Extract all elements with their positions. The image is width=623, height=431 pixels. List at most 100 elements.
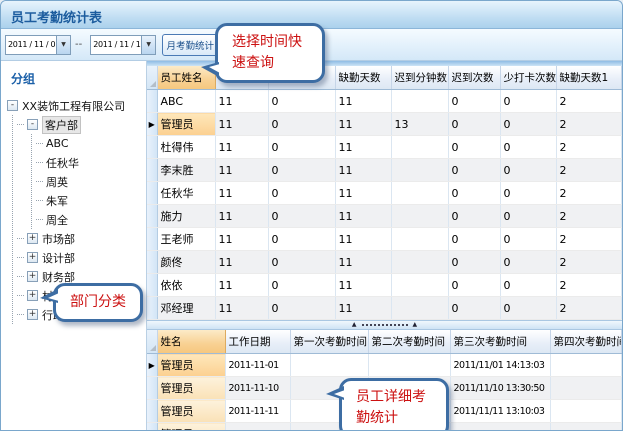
value-cell[interactable]: 0 xyxy=(268,182,335,205)
row-selector-cell[interactable]: ▶ xyxy=(147,354,157,377)
table-row[interactable]: ABC11011002 xyxy=(147,90,622,113)
value-cell[interactable]: 0 xyxy=(448,297,500,320)
value-cell[interactable]: 2011-11-11 xyxy=(225,400,290,423)
row-selector-cell[interactable] xyxy=(147,136,157,159)
value-cell[interactable]: 2 xyxy=(556,205,622,228)
value-cell[interactable] xyxy=(391,251,448,274)
dropdown-arrow-icon[interactable]: ▼ xyxy=(56,36,70,54)
value-cell[interactable]: 0 xyxy=(268,228,335,251)
value-cell[interactable]: 11 xyxy=(335,90,391,113)
value-cell[interactable]: 11 xyxy=(215,159,268,182)
value-cell[interactable]: 2011/11/10 13:30:50 xyxy=(450,377,550,400)
dropdown-arrow-icon[interactable]: ▼ xyxy=(141,36,155,54)
row-selector-cell[interactable] xyxy=(147,400,157,423)
value-cell[interactable]: 0 xyxy=(268,90,335,113)
value-cell[interactable]: 2011-11-01 xyxy=(225,354,290,377)
tree-node-department[interactable]: +市场部 xyxy=(17,229,146,248)
value-cell[interactable]: 2 xyxy=(556,228,622,251)
name-cell[interactable]: 管理员 xyxy=(157,354,225,377)
value-cell[interactable]: 0 xyxy=(268,136,335,159)
name-cell[interactable]: 任秋华 xyxy=(157,182,215,205)
value-cell[interactable]: 11 xyxy=(335,228,391,251)
row-selector-cell[interactable] xyxy=(147,377,157,400)
value-cell[interactable] xyxy=(550,400,622,423)
table-row[interactable]: ▶管理员2011-11-012011/11/01 14:13:03 xyxy=(147,354,622,377)
tree-node-employee[interactable]: 朱军 xyxy=(36,191,146,210)
column-header[interactable]: 第一次考勤时间 xyxy=(290,330,368,354)
name-cell[interactable]: 邓经理 xyxy=(157,297,215,320)
value-cell[interactable] xyxy=(550,354,622,377)
value-cell[interactable]: 11 xyxy=(335,274,391,297)
grid-splitter[interactable]: ▲ ▲ xyxy=(147,320,622,330)
expand-icon[interactable]: + xyxy=(27,309,38,320)
value-cell[interactable]: 2 xyxy=(556,113,622,136)
value-cell[interactable]: 0 xyxy=(448,205,500,228)
tree-node-department[interactable]: +设计部 xyxy=(17,248,146,267)
collapse-icon[interactable]: - xyxy=(27,119,38,130)
month-stats-button[interactable]: 月考勤统计 xyxy=(162,34,218,56)
value-cell[interactable]: 0 xyxy=(500,251,556,274)
value-cell[interactable] xyxy=(391,297,448,320)
row-selector-cell[interactable] xyxy=(147,205,157,228)
value-cell[interactable]: 11 xyxy=(215,274,268,297)
date-from-input[interactable]: 2011 / 11 / 01 ▼ xyxy=(5,35,71,55)
table-row[interactable]: 杜得伟11011002 xyxy=(147,136,622,159)
value-cell[interactable]: 11 xyxy=(335,113,391,136)
row-selector-cell[interactable] xyxy=(147,274,157,297)
value-cell[interactable]: 11 xyxy=(215,297,268,320)
value-cell[interactable]: 11 xyxy=(335,205,391,228)
value-cell[interactable]: 0 xyxy=(500,136,556,159)
table-row[interactable]: 任秋华11011002 xyxy=(147,182,622,205)
value-cell[interactable]: 0 xyxy=(500,113,556,136)
name-cell[interactable]: 李末胜 xyxy=(157,159,215,182)
value-cell[interactable]: 2 xyxy=(556,274,622,297)
value-cell[interactable]: 0 xyxy=(500,90,556,113)
tree-node-employee[interactable]: 周全 xyxy=(36,210,146,229)
column-header[interactable]: 缺勤天数1 xyxy=(556,66,622,90)
value-cell[interactable] xyxy=(368,354,450,377)
grid-corner-cell[interactable] xyxy=(147,66,157,90)
value-cell[interactable]: 13 xyxy=(391,113,448,136)
row-selector-cell[interactable] xyxy=(147,90,157,113)
value-cell[interactable]: 0 xyxy=(500,182,556,205)
column-header[interactable]: 姓名 xyxy=(157,330,225,354)
value-cell[interactable]: 0 xyxy=(448,274,500,297)
expand-icon[interactable]: + xyxy=(27,233,38,244)
value-cell[interactable]: 0 xyxy=(448,113,500,136)
value-cell[interactable]: 11 xyxy=(335,182,391,205)
value-cell[interactable]: 0 xyxy=(268,113,335,136)
column-header[interactable]: 缺勤天数 xyxy=(335,66,391,90)
name-cell[interactable]: 管理员 xyxy=(157,400,225,423)
value-cell[interactable]: 0 xyxy=(268,159,335,182)
name-cell[interactable]: 颜佟 xyxy=(157,251,215,274)
table-row[interactable]: 颜佟11011002 xyxy=(147,251,622,274)
table-row[interactable]: 依依11011002 xyxy=(147,274,622,297)
table-row[interactable]: 施力11011002 xyxy=(147,205,622,228)
name-cell[interactable]: ABC xyxy=(157,90,215,113)
column-header[interactable]: 工作日期 xyxy=(225,330,290,354)
column-header[interactable]: 迟到次数 xyxy=(448,66,500,90)
name-cell[interactable]: 管理员 xyxy=(157,113,215,136)
tree-node-employee[interactable]: 周英 xyxy=(36,172,146,191)
value-cell[interactable]: 0 xyxy=(268,251,335,274)
value-cell[interactable] xyxy=(550,377,622,400)
value-cell[interactable] xyxy=(391,136,448,159)
row-selector-cell[interactable] xyxy=(147,251,157,274)
value-cell[interactable]: 2011-11-15 xyxy=(225,423,290,431)
value-cell[interactable]: 0 xyxy=(500,297,556,320)
value-cell[interactable]: 2 xyxy=(556,90,622,113)
row-selector-cell[interactable] xyxy=(147,423,157,431)
column-header[interactable]: 第四次考勤时间 xyxy=(550,330,622,354)
value-cell[interactable]: 2011/11/11 13:10:03 xyxy=(450,400,550,423)
tree-node-company[interactable]: -XX装饰工程有限公司 xyxy=(7,96,146,115)
value-cell[interactable] xyxy=(391,228,448,251)
value-cell[interactable]: 2 xyxy=(556,251,622,274)
value-cell[interactable] xyxy=(391,182,448,205)
value-cell[interactable]: 0 xyxy=(268,274,335,297)
value-cell[interactable] xyxy=(391,274,448,297)
expand-icon[interactable]: + xyxy=(27,252,38,263)
expand-icon[interactable]: + xyxy=(27,290,38,301)
value-cell[interactable]: 11 xyxy=(335,297,391,320)
value-cell[interactable]: 0 xyxy=(500,228,556,251)
value-cell[interactable] xyxy=(550,423,622,431)
